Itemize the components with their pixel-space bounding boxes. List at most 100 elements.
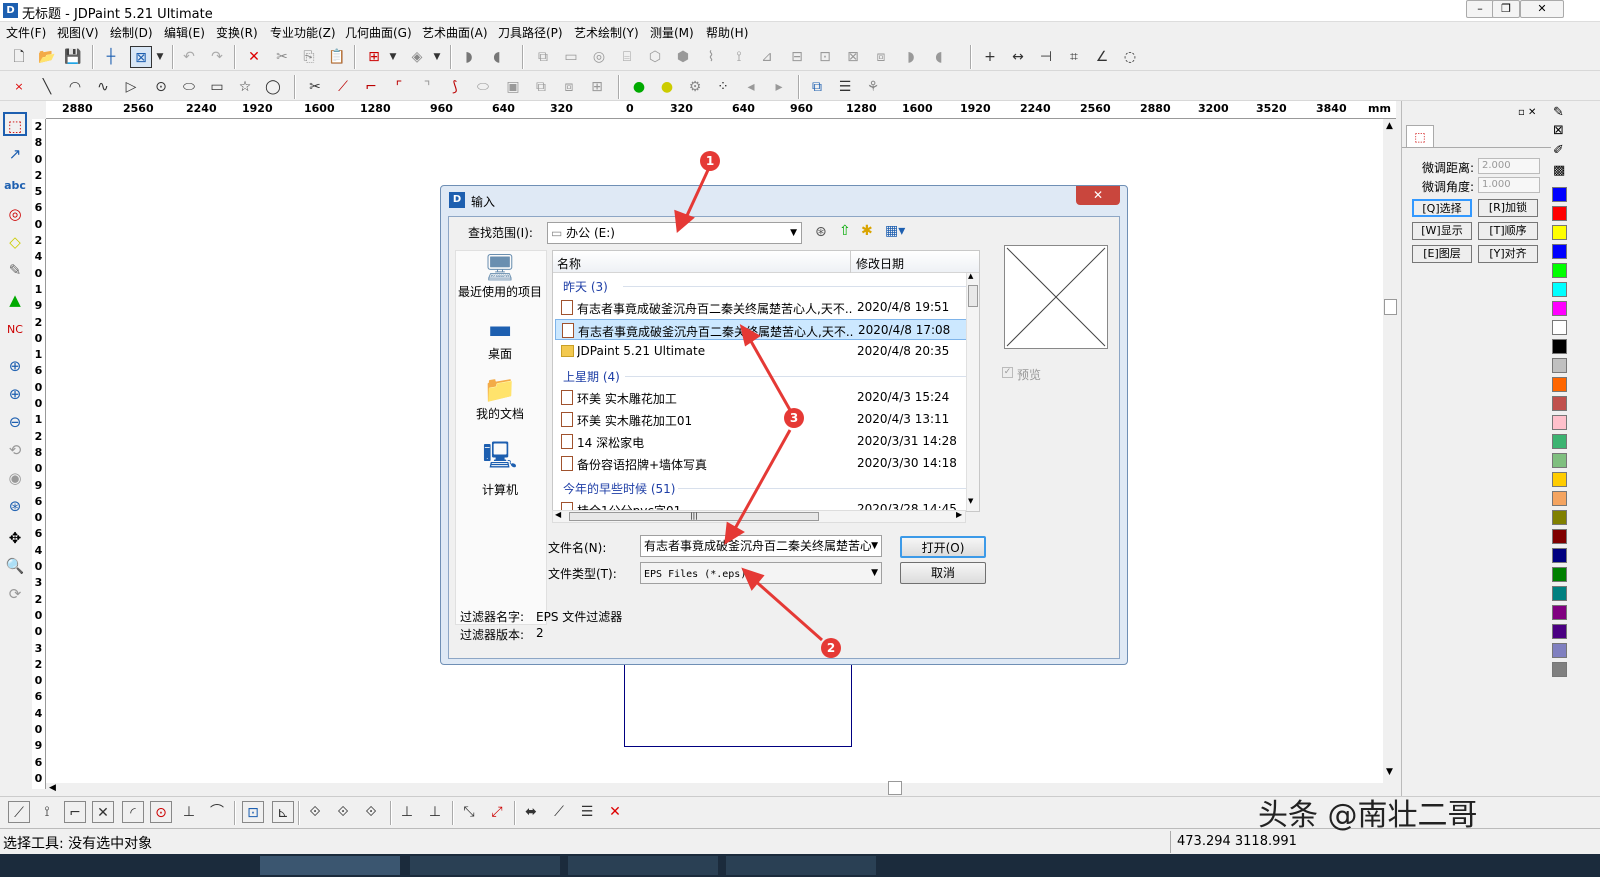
open-icon[interactable]: 📂 [36,46,58,68]
group-icon[interactable]: ⧉ [530,76,552,98]
canvas-rectangle[interactable] [624,663,852,747]
transform-tool-icon[interactable]: ◎ [3,202,27,226]
tool-d-icon[interactable]: ⌸ [616,46,638,68]
new-folder-icon[interactable]: ✱ [861,223,873,239]
fillet-icon[interactable]: ⌐ [360,76,382,98]
color-swatch[interactable] [1552,187,1567,202]
list-hscroll-thumb[interactable]: ||| [569,512,819,521]
arc-icon[interactable]: ◠ [64,76,86,98]
snap-perp-icon[interactable]: ⊥ [178,801,200,823]
lock-button[interactable]: [R]加锁 [1478,199,1538,217]
tool-c-icon[interactable]: ◎ [588,46,610,68]
tool-t-icon[interactable]: ☰ [834,76,856,98]
scroll-up-icon[interactable]: ▲ [968,272,973,280]
save-icon[interactable]: 💾 [62,46,84,68]
edit-c-icon[interactable]: ⬌ [520,801,542,823]
color-swatch[interactable] [1552,624,1567,639]
file-row[interactable]: 桂全1公分pvc字01 2020/3/28 14:45 [555,499,968,510]
view3d-icon[interactable]: ◈ [406,46,428,68]
tool-f-icon[interactable]: ⬢ [672,46,694,68]
dropdown-icon[interactable]: ▼ [153,46,167,68]
task-item[interactable] [410,856,560,875]
color-swatch[interactable] [1552,244,1567,259]
snap-corner-icon[interactable]: ⌐ [64,801,86,823]
file-row-selected[interactable]: 有志者事竟成破釜沉舟百二秦关终属楚苦心人,天不... 2020/4/8 17:0… [555,319,968,340]
zoom-in-icon[interactable]: ⊕ [3,382,27,406]
tool-a-icon[interactable]: ⧉ [532,46,554,68]
folder-row[interactable]: JDPaint 5.21 Ultimate 2020/4/8 20:35 [555,341,968,362]
bulb-green-icon[interactable]: ● [628,76,650,98]
paste-icon[interactable]: 📋 [326,46,348,68]
ellipse-icon[interactable]: ⬭ [178,76,200,98]
list-scroll-thumb[interactable] [968,285,978,307]
color-swatch[interactable] [1552,662,1567,677]
rect-icon[interactable]: ▭ [206,76,228,98]
edit-e-icon[interactable]: ☰ [576,801,598,823]
hatch-icon[interactable]: ▩ [1553,163,1565,178]
open-button[interactable]: 打开(O) [900,536,986,558]
column-name[interactable]: 名称 [557,255,581,272]
node-c-icon[interactable]: ⟐ [360,801,382,823]
menu-art-draw[interactable]: 艺术绘制(Y) [574,24,639,41]
crosshair-icon[interactable]: ┼ [100,46,122,68]
place-recent[interactable]: 🖥 最近使用的项目 [456,253,544,300]
measure-arc-icon[interactable]: ◌ [1119,46,1141,68]
color-swatch[interactable] [1552,643,1567,658]
select-tool-icon[interactable]: ⬚ [3,112,27,136]
color-swatch[interactable] [1552,225,1567,240]
distance-input[interactable]: 2.000 [1478,158,1540,174]
place-computer[interactable]: 🖳 计算机 [456,437,544,498]
new-icon[interactable]: 🗋 [8,46,30,68]
group-label[interactable]: 今年的早些时候 (51) [563,480,675,497]
menu-pro[interactable]: 专业功能(Z) [270,24,336,41]
lookin-combo[interactable]: ▭ 办公 (E:) ▼ [547,222,802,244]
dropdown-icon[interactable]: ▼ [430,46,444,68]
panel-tab-icon[interactable]: ⬚ [1406,125,1434,147]
menu-help[interactable]: 帮助(H) [706,24,748,41]
angle-input[interactable]: 1.000 [1478,177,1540,193]
layer-button[interactable]: [E]图层 [1412,245,1472,263]
extend-icon[interactable]: ⟋ [332,76,354,98]
dropdown-icon[interactable]: ▼ [386,46,400,68]
task-item[interactable] [568,856,718,875]
file-row[interactable]: 14 深松家电 2020/3/31 14:28 [555,431,968,452]
trim-icon[interactable]: ✂ [304,76,326,98]
align-button[interactable]: [Y]对齐 [1478,245,1538,263]
color-swatch[interactable] [1552,491,1567,506]
tool-i-icon[interactable]: ⊿ [756,46,778,68]
tool-k-icon[interactable]: ⊡ [814,46,836,68]
tool-n-icon[interactable]: ◗ [900,46,922,68]
group-label[interactable]: 昨天 (3) [563,278,608,295]
tool-b-icon[interactable]: ▭ [560,46,582,68]
pen-tool-icon[interactable]: ✎ [3,258,27,282]
color-swatch[interactable] [1552,377,1567,392]
shade2-icon[interactable]: ◖ [486,46,508,68]
tool-q-icon[interactable]: ◂ [740,76,762,98]
line-icon[interactable]: ╲ [36,76,58,98]
menu-art-surface[interactable]: 艺术曲面(A) [422,24,488,41]
filetype-select[interactable]: EPS Files (*.eps) ▼ [640,562,882,584]
triangle-icon[interactable]: ▷ [120,76,142,98]
color-swatch[interactable] [1552,567,1567,582]
file-list[interactable]: 名称 修改日期 昨天 (3) 有志者事竟成破釜沉舟百二秦关终属楚苦心人,天不..… [552,250,980,512]
star-icon[interactable]: ☆ [234,76,256,98]
task-item[interactable] [726,856,876,875]
file-row[interactable]: 有志者事竟成破釜沉舟百二秦关终属楚苦心人,天不... 2020/4/8 19:5… [555,297,968,318]
column-date[interactable]: 修改日期 [856,255,904,272]
corner-icon[interactable]: ⌝ [416,76,438,98]
scroll-right-icon[interactable]: ▶ [956,510,962,519]
edit-b-icon[interactable]: ⤢ [486,801,508,823]
polygon-icon[interactable]: ◯ [262,76,284,98]
color-swatch[interactable] [1552,339,1567,354]
snap-arc-icon[interactable]: ◜ [122,801,144,823]
menu-edit[interactable]: 编辑(E) [164,24,205,41]
select-mode-button[interactable]: [Q]选择 [1412,199,1472,217]
color-swatch[interactable] [1552,396,1567,411]
delete-node-icon[interactable]: ✕ [604,801,626,823]
offset-icon[interactable]: ⟆ [444,76,466,98]
node-edit-icon[interactable]: ↗ [3,142,27,166]
frame-icon[interactable]: ▣ [502,76,524,98]
node-a-icon[interactable]: ⟐ [304,801,326,823]
color-swatch[interactable] [1552,320,1567,335]
menu-file[interactable]: 文件(F) [6,24,46,41]
